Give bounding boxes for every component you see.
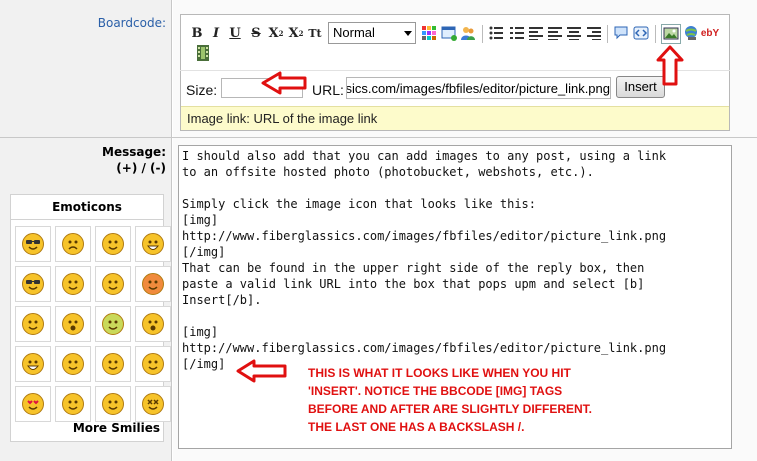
annotation-text-line: THE LAST ONE HAS A BACKSLASH /. bbox=[308, 420, 525, 434]
annotation-text-line: BEFORE AND AFTER ARE SLIGHTLY DIFFERENT. bbox=[308, 402, 593, 416]
annotation-text-line: 'INSERT'. NOTICE THE BBCODE [IMG] TAGS bbox=[308, 384, 563, 398]
arrow-to-image-button-icon bbox=[656, 45, 684, 86]
arrow-to-url-icon bbox=[261, 71, 307, 95]
annotation-text-line: THIS IS WHAT IT LOOKS LIKE WHEN YOU HIT bbox=[308, 366, 571, 380]
arrow-to-img-tag-icon bbox=[236, 359, 287, 383]
